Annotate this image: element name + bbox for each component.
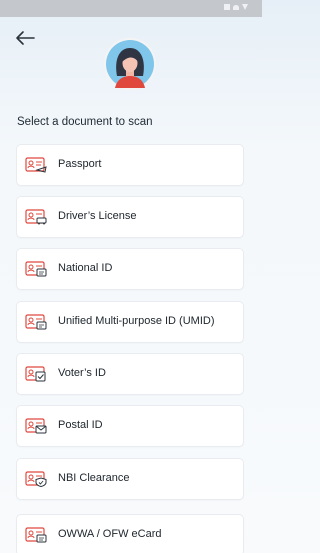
postal-id-icon xyxy=(25,418,47,434)
woman-avatar-icon xyxy=(104,38,156,90)
document-item-postal-id[interactable]: Postal ID xyxy=(17,406,243,446)
wifi-icon xyxy=(233,4,239,10)
document-label: NBI Clearance xyxy=(58,472,130,484)
document-item-drivers-license[interactable]: Driver’s License xyxy=(17,197,243,237)
battery-icon xyxy=(242,4,248,10)
back-button[interactable] xyxy=(13,28,37,48)
document-label: Passport xyxy=(58,158,102,170)
document-item-voters-id[interactable]: Voter’s ID xyxy=(17,354,243,394)
document-item-owwa-ofw-ecard[interactable]: OWWA / OFW eCard xyxy=(17,515,243,553)
avatar xyxy=(104,38,156,90)
document-label: Postal ID xyxy=(58,419,103,431)
nbi-clearance-icon xyxy=(25,471,47,488)
document-item-national-id[interactable]: National ID xyxy=(17,249,243,289)
voters-id-icon xyxy=(25,366,47,382)
back-arrow-icon xyxy=(16,31,35,45)
document-label: OWWA / OFW eCard xyxy=(58,528,162,540)
page-title: Select a document to scan xyxy=(17,116,153,128)
owwa-ofw-ecard-icon xyxy=(25,527,47,543)
document-label: Unified Multi-purpose ID (UMID) xyxy=(58,315,215,327)
umid-icon xyxy=(25,314,47,330)
document-label: Driver’s License xyxy=(58,210,137,222)
passport-icon xyxy=(25,157,47,173)
document-item-passport[interactable]: Passport xyxy=(17,145,243,185)
document-label: Voter’s ID xyxy=(58,367,106,379)
document-item-umid[interactable]: Unified Multi-purpose ID (UMID) xyxy=(17,302,243,342)
document-label: National ID xyxy=(58,262,113,274)
national-id-icon xyxy=(25,261,47,277)
signal-icon xyxy=(224,4,230,10)
status-bar xyxy=(0,0,262,17)
drivers-license-icon xyxy=(25,209,47,225)
document-item-nbi-clearance[interactable]: NBI Clearance xyxy=(17,459,243,499)
